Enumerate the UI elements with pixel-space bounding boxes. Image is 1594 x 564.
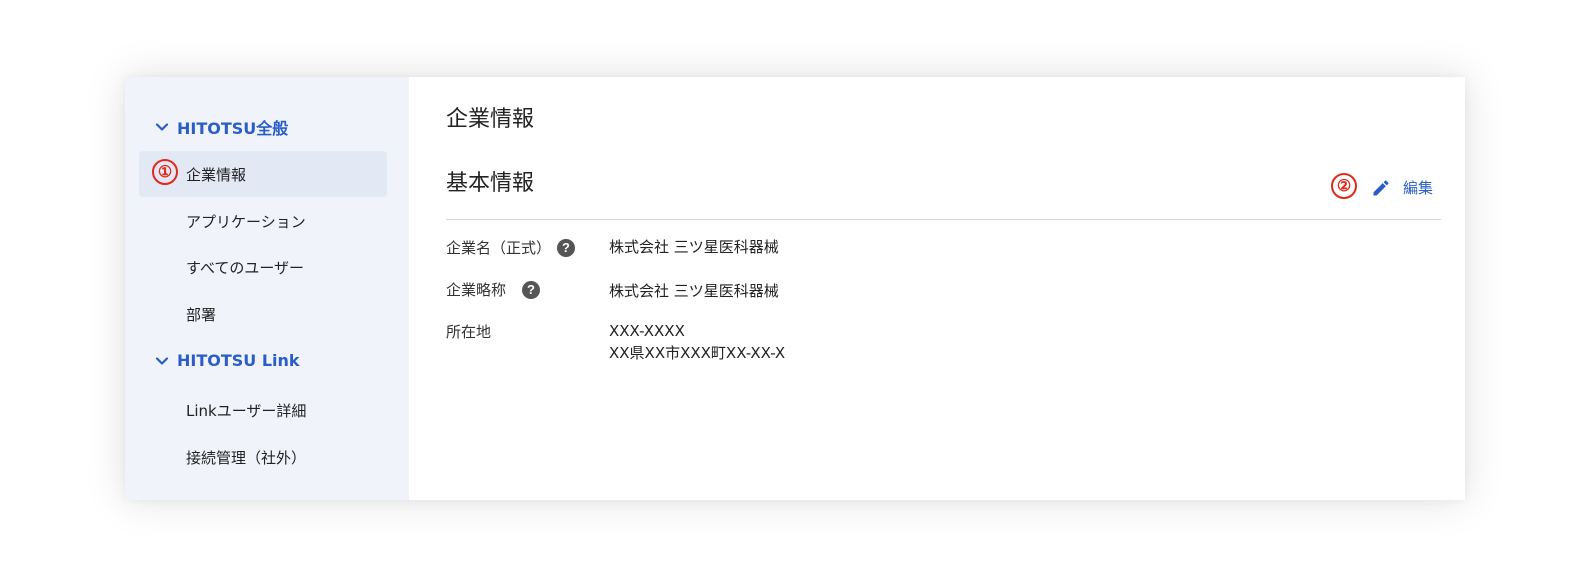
sidebar-item-all-users[interactable]: すべてのユーザー — [139, 244, 387, 290]
help-icon[interactable]: ? — [557, 238, 576, 257]
sidebar: HITOTSU全般 企業情報 ① アプリケーション すべてのユーザー 部署 HI… — [125, 77, 409, 500]
sidebar-item-connection-management[interactable]: 接続管理（社外） — [139, 434, 387, 480]
address-postal-code: XXX-XXXX — [609, 322, 685, 340]
settings-window: HITOTSU全般 企業情報 ① アプリケーション すべてのユーザー 部署 HI… — [125, 77, 1465, 500]
field-value-address: XXX-XXXX XX県XX市XXX町XX-XX-X — [609, 320, 785, 364]
sidebar-item-link-user-details[interactable]: Linkユーザー詳細 — [139, 387, 387, 433]
field-value-short-name: 株式会社 三ツ星医科器械 — [609, 282, 779, 300]
field-label-text: 所在地 — [446, 323, 492, 341]
chevron-down-icon — [153, 118, 171, 136]
section-title: 基本情報 — [446, 171, 535, 196]
sidebar-section-label: HITOTSU Link — [177, 351, 300, 370]
field-value-official-name: 株式会社 三ツ星医科器械 — [609, 238, 779, 256]
field-label-short-name: 企業略称 ? — [446, 279, 541, 300]
section-divider — [446, 219, 1441, 220]
page-title: 企業情報 — [446, 107, 535, 132]
sidebar-item-label: 部署 — [186, 305, 217, 324]
sidebar-item-label: Linkユーザー詳細 — [186, 401, 307, 420]
sidebar-item-label: すべてのユーザー — [186, 258, 305, 277]
pencil-icon — [1373, 179, 1389, 195]
chevron-down-icon — [153, 352, 171, 370]
field-label-official-name: 企業名（正式） ? — [446, 237, 576, 258]
annotation-marker-2: ② — [1331, 173, 1357, 199]
sidebar-section-label: HITOTSU全般 — [177, 119, 289, 138]
field-label-text: 企業名（正式） — [446, 239, 552, 257]
sidebar-item-label: 企業情報 — [186, 165, 247, 184]
main-content: 企業情報 基本情報 ② 編集 企業名（正式） ? 株式会社 三ツ星医科器械 企業… — [409, 77, 1465, 500]
edit-button[interactable]: 編集 — [1371, 177, 1433, 198]
field-label-text: 企業略称 — [446, 281, 507, 299]
annotation-marker-1: ① — [152, 159, 178, 185]
sidebar-item-applications[interactable]: アプリケーション — [139, 198, 387, 244]
sidebar-section-hitotsu-link[interactable]: HITOTSU Link — [153, 351, 300, 370]
edit-button-label: 編集 — [1402, 179, 1433, 197]
sidebar-item-label: アプリケーション — [186, 212, 306, 231]
address-line: XX県XX市XXX町XX-XX-X — [609, 344, 786, 362]
sidebar-item-label: 接続管理（社外） — [186, 448, 307, 467]
sidebar-item-departments[interactable]: 部署 — [139, 291, 387, 337]
sidebar-section-hitotsu-general[interactable]: HITOTSU全般 — [153, 115, 288, 139]
help-icon[interactable]: ? — [522, 280, 541, 299]
field-label-address: 所在地 — [446, 321, 491, 342]
